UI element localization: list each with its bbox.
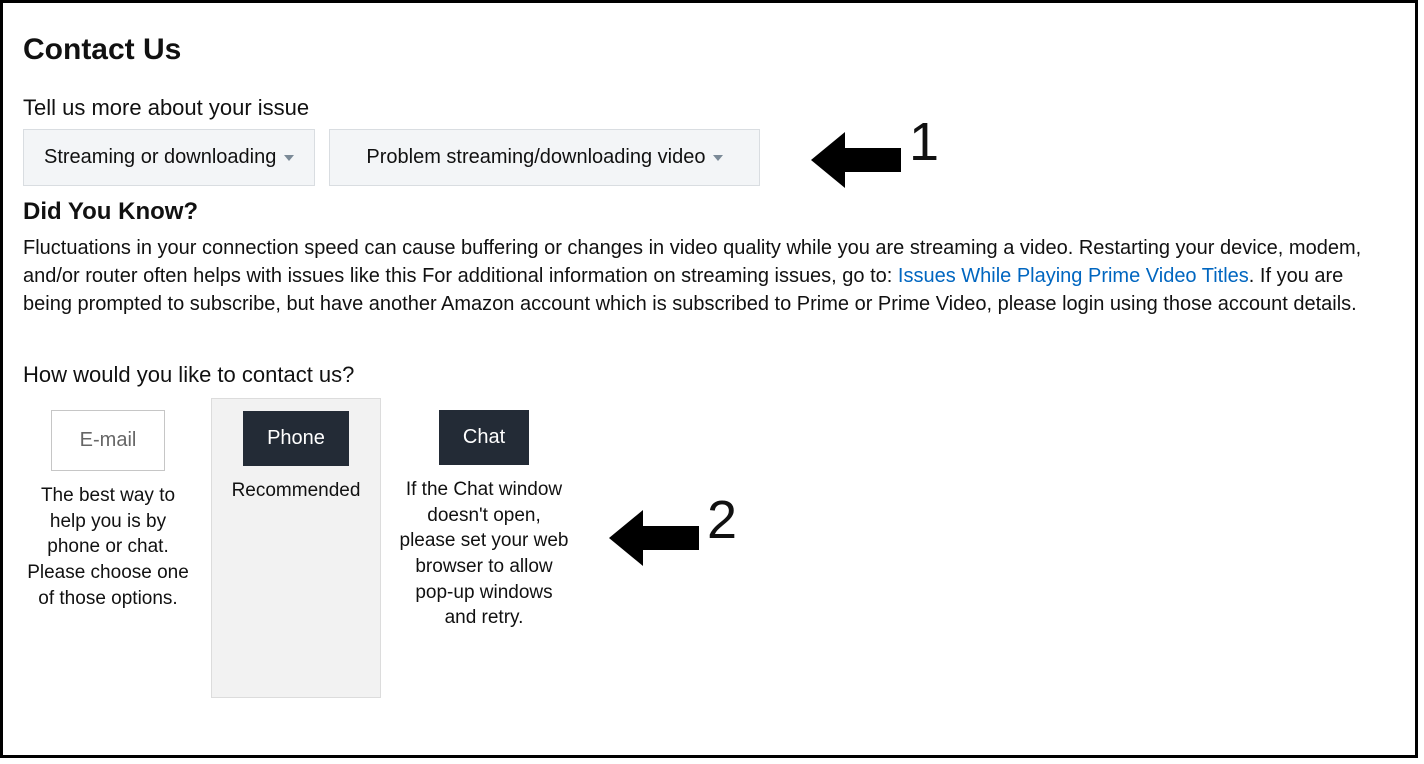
streaming-issues-link[interactable]: Issues While Playing Prime Video Titles	[898, 265, 1249, 287]
issue-category-dropdown[interactable]: Streaming or downloading	[23, 129, 315, 186]
did-you-know-text: Fluctuations in your connection speed ca…	[23, 234, 1395, 318]
issue-detail-dropdown[interactable]: Problem streaming/downloading video	[329, 129, 760, 186]
contact-options: E-mail The best way to help you is by ph…	[23, 398, 1395, 698]
phone-option: Phone Recommended	[211, 398, 381, 698]
email-button[interactable]: E-mail	[51, 410, 165, 471]
chevron-down-icon	[284, 155, 294, 161]
email-desc: The best way to help you is by phone or …	[23, 483, 193, 611]
chat-button[interactable]: Chat	[439, 410, 529, 465]
chat-option: Chat If the Chat window doesn't open, pl…	[399, 398, 569, 631]
issue-prompt: Tell us more about your issue	[23, 95, 1395, 121]
contact-options-heading: How would you like to contact us?	[23, 362, 1395, 388]
did-you-know-heading: Did You Know?	[23, 198, 1395, 226]
chevron-down-icon	[713, 155, 723, 161]
phone-button[interactable]: Phone	[243, 411, 349, 466]
issue-dropdowns: Streaming or downloading Problem streami…	[23, 129, 1395, 186]
issue-category-value: Streaming or downloading	[44, 146, 276, 169]
chat-desc: If the Chat window doesn't open, please …	[399, 477, 569, 631]
issue-detail-value: Problem streaming/downloading video	[366, 146, 705, 169]
email-option: E-mail The best way to help you is by ph…	[23, 398, 193, 611]
phone-desc: Recommended	[212, 478, 380, 504]
page-title: Contact Us	[23, 33, 1395, 67]
page-frame: Contact Us Tell us more about your issue…	[0, 0, 1418, 758]
